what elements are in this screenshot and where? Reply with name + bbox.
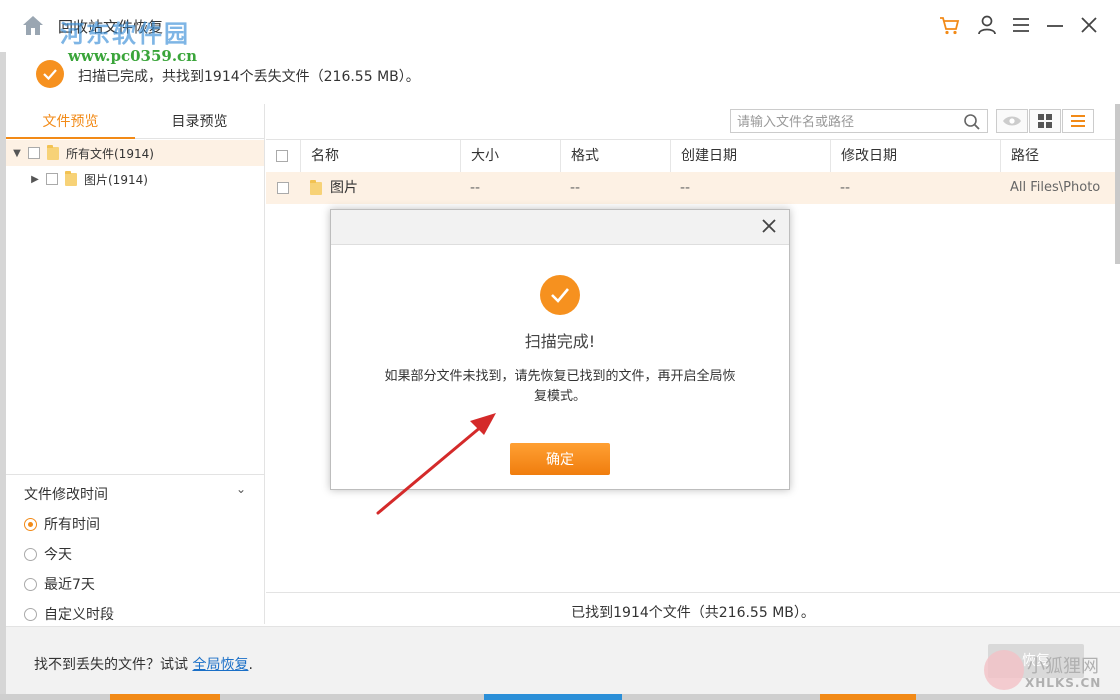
- tree-item-pictures[interactable]: ▶ 图片(1914): [6, 166, 264, 192]
- annotation-arrow-icon: [370, 405, 510, 520]
- watermark-cn: 小狐狸网: [1027, 652, 1099, 678]
- radio-button[interactable]: [24, 518, 37, 531]
- preview-toggle-button[interactable]: [996, 109, 1028, 133]
- column-header-size[interactable]: 大小: [460, 140, 560, 172]
- column-header-created[interactable]: 创建日期: [670, 140, 830, 172]
- radio-today[interactable]: 今天: [24, 544, 72, 564]
- taskbar-item: [820, 694, 916, 700]
- close-icon[interactable]: [1078, 14, 1100, 36]
- column-header-modified[interactable]: 修改日期: [830, 140, 1000, 172]
- select-all-checkbox[interactable]: [276, 150, 288, 162]
- dialog-close-icon[interactable]: [759, 216, 779, 236]
- tree-item-label: 所有文件(1914): [66, 145, 154, 162]
- radio-custom-range[interactable]: 自定义时段: [24, 604, 114, 624]
- app-home-icon: [20, 12, 46, 38]
- found-summary-text: 已找到1914个文件（共216.55 MB）。: [266, 602, 1120, 622]
- grid-view-button[interactable]: [1029, 109, 1061, 133]
- chevron-right-icon[interactable]: ▶: [28, 174, 42, 185]
- dialog-message: 如果部分文件未找到，请先恢复已找到的文件，再开启全局恢复模式。: [381, 367, 739, 407]
- filter-divider: [6, 474, 264, 475]
- search-icon[interactable]: [963, 113, 981, 131]
- folder-icon: [310, 182, 322, 195]
- cell-modified: --: [840, 172, 850, 204]
- list-icon: [1070, 114, 1086, 128]
- scrollbar[interactable]: [1115, 104, 1120, 264]
- radio-button[interactable]: [24, 608, 37, 621]
- cell-path: All Files\Photo: [1010, 172, 1100, 204]
- radio-label: 自定义时段: [44, 604, 114, 624]
- chevron-down-icon[interactable]: ⌄: [236, 482, 246, 496]
- watermark-url: www.pc0359.cn: [68, 47, 197, 65]
- cell-created: --: [680, 172, 690, 204]
- tab-file-preview[interactable]: 文件预览: [6, 104, 135, 139]
- minimize-icon[interactable]: [1044, 14, 1066, 36]
- user-icon[interactable]: [976, 14, 998, 36]
- column-header-format[interactable]: 格式: [560, 140, 670, 172]
- scan-complete-check-icon: [36, 60, 64, 88]
- chevron-down-icon[interactable]: ▼: [10, 148, 24, 159]
- table-header: 名称 大小 格式 创建日期 修改日期 路径: [266, 139, 1120, 173]
- tab-directory-preview[interactable]: 目录预览: [135, 104, 264, 139]
- cell-name: 图片: [330, 172, 358, 204]
- radio-last-7-days[interactable]: 最近7天: [24, 574, 95, 594]
- list-view-button[interactable]: [1062, 109, 1094, 133]
- eye-icon: [1002, 114, 1022, 128]
- tree-item-label: 图片(1914): [84, 171, 148, 188]
- header-select-all[interactable]: [266, 140, 300, 172]
- global-recovery-prompt: 找不到丢失的文件？试试 全局恢复.: [34, 654, 253, 674]
- cell-format: --: [570, 172, 580, 204]
- radio-button[interactable]: [24, 548, 37, 561]
- search-input[interactable]: [735, 112, 959, 132]
- tree-checkbox[interactable]: [28, 147, 40, 159]
- dialog-title: 扫描完成!: [331, 328, 789, 352]
- row-checkbox[interactable]: [277, 182, 289, 194]
- left-panel: 文件预览 目录预览 ▼ 所有文件(1914) ▶ 图片(1914) 文件修改时间…: [6, 104, 265, 624]
- radio-label: 最近7天: [44, 574, 95, 594]
- cart-icon[interactable]: [938, 14, 960, 36]
- tree-item-all-files[interactable]: ▼ 所有文件(1914): [6, 140, 264, 166]
- taskbar-item: [484, 694, 622, 700]
- menu-icon[interactable]: [1010, 14, 1032, 36]
- grid-icon: [1038, 114, 1052, 128]
- cell-size: --: [470, 172, 480, 204]
- prompt-text: 找不到丢失的文件？试试: [34, 657, 192, 673]
- folder-icon: [65, 173, 77, 186]
- taskbar-item: [110, 694, 220, 700]
- watermark-en: XHLKS.CN: [1025, 676, 1101, 690]
- radio-label: 所有时间: [44, 514, 100, 534]
- fox-logo-icon: [984, 650, 1024, 690]
- scan-status-text: 扫描已完成，共找到1914个丢失文件（216.55 MB）。: [78, 66, 420, 86]
- tree-checkbox[interactable]: [46, 173, 58, 185]
- dialog-header: [331, 210, 789, 245]
- found-summary-bar: 已找到1914个文件（共216.55 MB）。: [266, 592, 1120, 627]
- search-box: [730, 109, 988, 133]
- global-recovery-link[interactable]: 全局恢复: [192, 657, 248, 673]
- radio-label: 今天: [44, 544, 72, 564]
- folder-tree: ▼ 所有文件(1914) ▶ 图片(1914): [6, 140, 264, 192]
- watermark-site-name: 河东软件园: [60, 14, 190, 49]
- prompt-suffix: .: [248, 657, 252, 673]
- folder-icon: [47, 147, 59, 160]
- column-header-name[interactable]: 名称: [300, 140, 460, 172]
- column-header-path[interactable]: 路径: [1000, 140, 1120, 172]
- table-row[interactable]: 图片 -- -- -- -- All Files\Photo: [266, 172, 1120, 204]
- filter-title: 文件修改时间: [24, 484, 108, 504]
- radio-button[interactable]: [24, 578, 37, 591]
- check-icon: [540, 275, 580, 315]
- radio-all-time[interactable]: 所有时间: [24, 514, 100, 534]
- ok-button[interactable]: 确定: [510, 443, 610, 475]
